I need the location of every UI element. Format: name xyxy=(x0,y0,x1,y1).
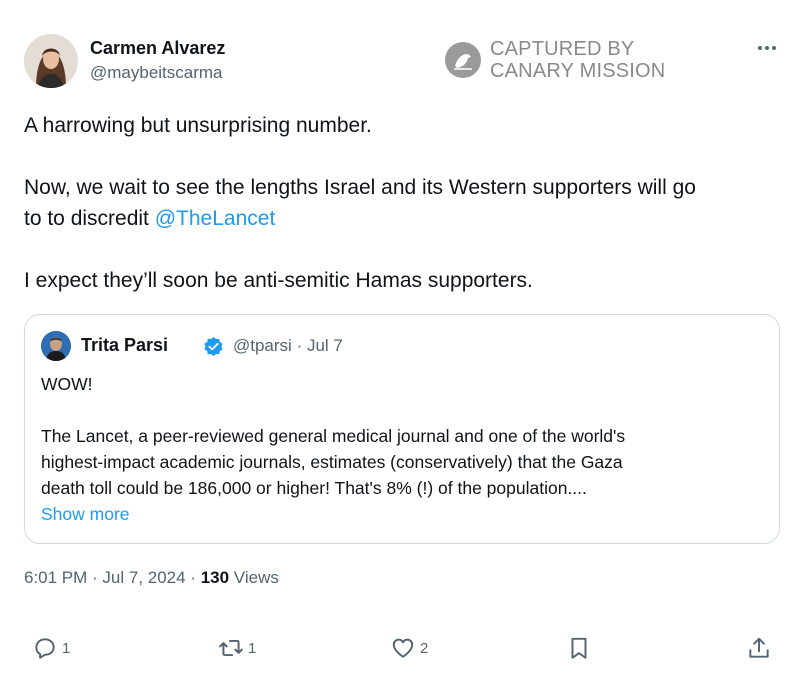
repost-button[interactable]: 1 xyxy=(218,630,256,666)
like-icon xyxy=(392,638,414,658)
author-name[interactable]: Carmen Alvarez xyxy=(90,38,225,59)
like-button[interactable]: 2 xyxy=(390,630,428,666)
quote-line-2: The Lancet, a peer-reviewed general medi… xyxy=(41,426,626,446)
quote-date[interactable]: · Jul 7 xyxy=(297,336,343,355)
author-avatar-image xyxy=(24,34,78,88)
tweet-text: A harrowing but unsurprising number. Now… xyxy=(24,110,784,296)
quote-line-4: death toll could be 186,000 or higher! T… xyxy=(41,478,587,498)
reply-button[interactable]: 1 xyxy=(32,630,70,666)
tweet-line-2: Now, we wait to see the lengths Israel a… xyxy=(24,176,696,199)
canary-logo-icon xyxy=(445,42,481,78)
author-handle[interactable]: @maybeitscarma xyxy=(90,63,223,83)
like-count: 2 xyxy=(420,639,429,657)
captured-watermark: CAPTURED BY CANARY MISSION xyxy=(444,38,665,82)
views-label: Views xyxy=(229,568,279,587)
watermark-line-1: CAPTURED BY xyxy=(490,38,635,60)
show-more-link[interactable]: Show more xyxy=(41,501,761,527)
tweet-line-1: A harrowing but unsurprising number. xyxy=(24,114,372,137)
watermark-text: CAPTURED BY CANARY MISSION xyxy=(490,38,665,82)
tweet-timestamp: 6:01 PM · Jul 7, 2024 · 130 Views xyxy=(24,568,279,588)
quote-line-3: highest-impact academic journals, estima… xyxy=(41,452,623,472)
bookmark-icon xyxy=(571,637,587,659)
reply-count: 1 xyxy=(62,639,71,657)
share-button[interactable] xyxy=(746,630,772,666)
views-count: 130 xyxy=(200,568,230,587)
more-icon[interactable] xyxy=(752,36,782,60)
repost-count: 1 xyxy=(248,639,257,657)
tweet-line-3-prefix: to to discredit xyxy=(24,207,155,230)
tweet-line-4: I expect they’ll soon be anti-semitic Ha… xyxy=(24,269,533,292)
repost-icon xyxy=(219,639,243,657)
author-avatar[interactable] xyxy=(24,34,78,88)
quote-avatar-image xyxy=(41,331,71,361)
quote-line-1: WOW! xyxy=(41,374,93,394)
quoted-tweet[interactable]: Trita Parsi @tparsi · Jul 7 WOW! The Lan… xyxy=(24,314,780,544)
watermark-line-2: CANARY MISSION xyxy=(490,60,666,82)
quote-author-avatar[interactable] xyxy=(41,331,71,361)
verified-badge-icon xyxy=(204,336,223,357)
reply-icon xyxy=(35,638,55,659)
quote-body: WOW! The Lancet, a peer-reviewed general… xyxy=(41,371,761,527)
quote-author-name[interactable]: Trita Parsi xyxy=(81,335,168,356)
quote-meta: @tparsi · Jul 7 xyxy=(233,336,343,356)
bookmark-button[interactable] xyxy=(566,630,592,666)
mention-link[interactable]: @TheLancet xyxy=(155,207,276,230)
tweet-time[interactable]: 6:01 PM · Jul 7, 2024 · xyxy=(24,568,201,587)
quote-author-handle[interactable]: @tparsi xyxy=(233,336,292,355)
action-bar: 1 1 2 xyxy=(0,630,800,666)
tweet-line-3: to to discredit @TheLancet xyxy=(24,203,784,234)
share-icon xyxy=(749,637,769,658)
